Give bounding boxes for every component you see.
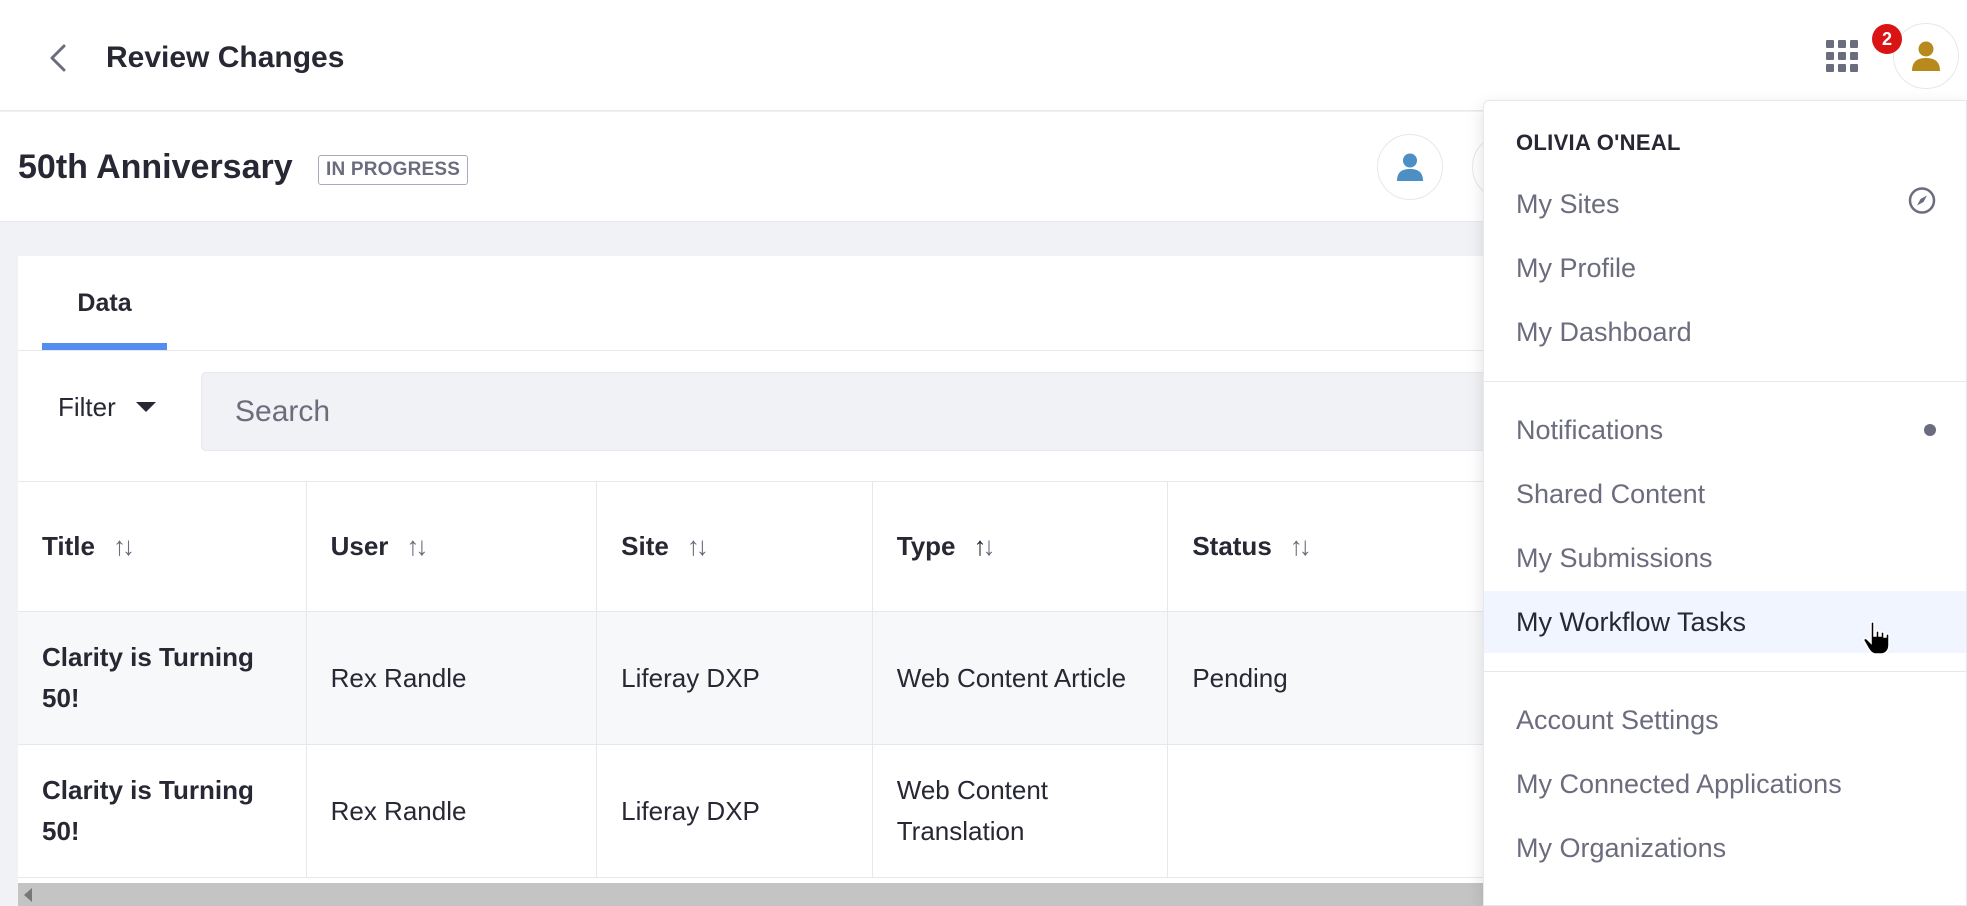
menu-item-my-connected-applications[interactable]: My Connected Applications <box>1484 753 1966 815</box>
status-badge: IN PROGRESS <box>318 155 469 185</box>
cell-site: Liferay DXP <box>597 612 873 744</box>
chevron-left-icon <box>50 44 66 72</box>
menu-item-my-submissions[interactable]: My Submissions <box>1484 527 1966 589</box>
user-icon <box>1397 153 1423 181</box>
unread-dot-icon <box>1924 424 1936 436</box>
menu-item-my-organizations[interactable]: My Organizations <box>1484 817 1966 879</box>
menu-item-my-workflow-tasks[interactable]: My Workflow Tasks <box>1484 591 1966 653</box>
menu-item-shared-content[interactable]: Shared Content <box>1484 463 1966 525</box>
project-title: 50th Anniversary <box>18 148 293 186</box>
menu-divider <box>1484 671 1966 672</box>
menu-item-account-settings[interactable]: Account Settings <box>1484 689 1966 751</box>
user-avatar-button[interactable] <box>1893 23 1959 89</box>
menu-item-my-sites[interactable]: My Sites <box>1484 173 1966 235</box>
top-bar: Review Changes 2 <box>0 0 1967 111</box>
compass-icon <box>1908 187 1936 222</box>
filter-label: Filter <box>58 391 116 422</box>
user-menu-dropdown: OLIVIA O'NEAL My Sites My Profile My Das… <box>1483 100 1967 906</box>
cell-site: Liferay DXP <box>597 745 873 877</box>
menu-item-my-profile[interactable]: My Profile <box>1484 237 1966 299</box>
cell-type: Web Content Translation <box>873 745 1169 877</box>
menu-item-my-dashboard[interactable]: My Dashboard <box>1484 301 1966 363</box>
menu-divider <box>1484 381 1966 382</box>
cell-type: Web Content Article <box>873 612 1169 744</box>
sort-icon: ↑↓ <box>686 531 709 561</box>
grid-icon <box>1826 40 1834 48</box>
sort-ascending-icon: ↑ ↓ <box>973 531 996 561</box>
sort-icon: ↑↓ <box>1289 531 1312 561</box>
cell-user: Rex Randle <box>307 745 598 877</box>
cell-user: Rex Randle <box>307 612 598 744</box>
back-button[interactable] <box>38 38 78 78</box>
sort-icon: ↑↓ <box>112 531 135 561</box>
tab-data[interactable]: Data <box>42 256 167 351</box>
user-icon <box>1912 41 1940 71</box>
sort-icon: ↑↓ <box>406 531 428 561</box>
cell-title[interactable]: Clarity is Turning 50! <box>18 612 307 744</box>
caret-down-icon <box>135 402 156 412</box>
user-menu-name: OLIVIA O'NEAL <box>1516 130 1681 155</box>
filter-dropdown-button[interactable]: Filter <box>58 382 156 432</box>
column-header-title[interactable]: Title ↑↓ <box>18 482 307 611</box>
reviewer-avatar[interactable] <box>1377 134 1443 200</box>
menu-item-notifications[interactable]: Notifications <box>1484 399 1966 461</box>
notification-badge: 2 <box>1872 24 1902 54</box>
hand-cursor-icon <box>1863 621 1890 655</box>
apps-menu-button[interactable] <box>1824 38 1860 74</box>
scroll-left-icon[interactable] <box>24 888 32 902</box>
active-tab-indicator <box>42 343 167 350</box>
column-header-type[interactable]: Type ↑ ↓ <box>873 482 1169 611</box>
column-header-user[interactable]: User ↑↓ <box>307 482 598 611</box>
cell-title[interactable]: Clarity is Turning 50! <box>18 745 307 877</box>
page-title: Review Changes <box>106 41 345 74</box>
column-header-site[interactable]: Site ↑↓ <box>597 482 873 611</box>
